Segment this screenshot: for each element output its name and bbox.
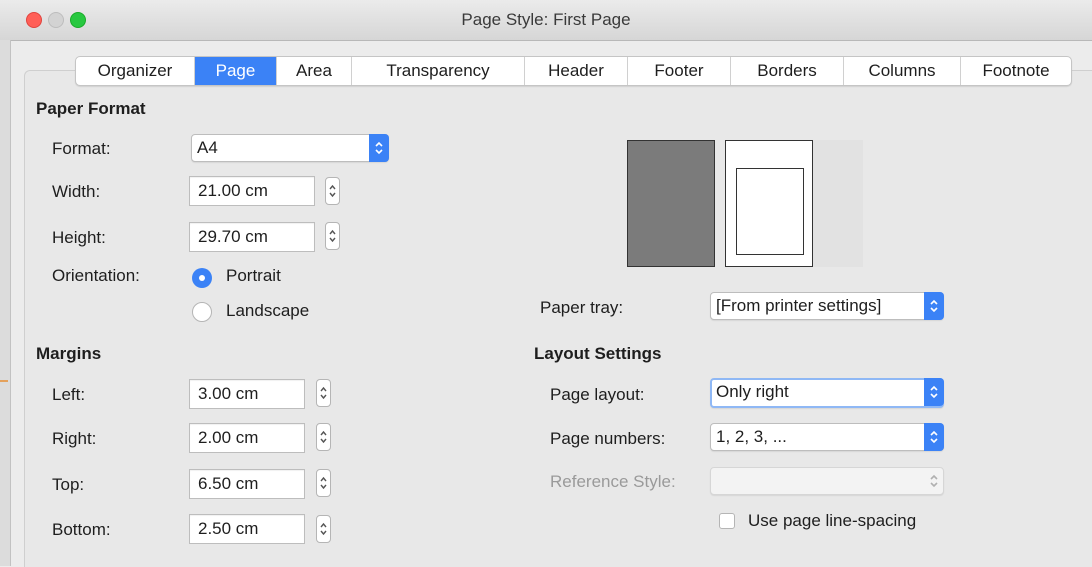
- margin-top-stepper[interactable]: [316, 469, 331, 497]
- tab-columns[interactable]: Columns: [844, 57, 961, 85]
- margin-bottom-field[interactable]: 2.50 cm: [189, 514, 305, 544]
- title-bar: Page Style: First Page: [0, 0, 1092, 41]
- margin-right-field[interactable]: 2.00 cm: [189, 423, 305, 453]
- margin-left-stepper[interactable]: [316, 379, 331, 407]
- tab-organizer[interactable]: Organizer: [76, 57, 195, 85]
- page-numbers-select[interactable]: 1, 2, 3, ...: [710, 423, 944, 451]
- tab-bar: Organizer Page Area Transparency Header …: [75, 56, 1072, 86]
- margin-outline: [736, 168, 804, 255]
- background-window-edge: [0, 40, 11, 566]
- window-title: Page Style: First Page: [461, 10, 631, 29]
- width-field[interactable]: 21.00 cm: [189, 176, 315, 206]
- height-label: Height:: [52, 228, 106, 247]
- tab-borders[interactable]: Borders: [731, 57, 844, 85]
- tab-area[interactable]: Area: [277, 57, 352, 85]
- paper-tray-value: [From printer settings]: [716, 296, 882, 315]
- paper-tray-label: Paper tray:: [540, 298, 624, 317]
- margin-bottom-label: Bottom:: [52, 520, 111, 539]
- layout-settings-heading: Layout Settings: [534, 344, 662, 363]
- reference-style-label: Reference Style:: [550, 472, 676, 491]
- reference-style-select[interactable]: [710, 467, 944, 495]
- chevron-updown-icon: [924, 378, 944, 406]
- portrait-label[interactable]: Portrait: [226, 266, 281, 286]
- chevron-updown-icon: [924, 467, 944, 495]
- portrait-radio[interactable]: [192, 268, 212, 288]
- chevron-updown-icon: [924, 292, 944, 320]
- chevron-updown-icon: [369, 134, 389, 162]
- margin-right-stepper[interactable]: [316, 423, 331, 451]
- tab-transparency[interactable]: Transparency: [352, 57, 525, 85]
- orientation-label: Orientation:: [52, 266, 140, 285]
- page-layout-value: Only right: [716, 382, 789, 401]
- width-label: Width:: [52, 182, 101, 201]
- landscape-radio[interactable]: [192, 302, 212, 322]
- preview-background: [813, 140, 863, 267]
- page-layout-label: Page layout:: [550, 385, 645, 404]
- page-numbers-label: Page numbers:: [550, 429, 666, 448]
- page-layout-select[interactable]: Only right: [710, 378, 944, 408]
- right-page-preview: [725, 140, 813, 267]
- landscape-label[interactable]: Landscape: [226, 301, 309, 321]
- tab-footer[interactable]: Footer: [628, 57, 731, 85]
- paper-format-heading: Paper Format: [36, 99, 146, 118]
- format-value: A4: [197, 138, 218, 157]
- height-field[interactable]: 29.70 cm: [189, 222, 315, 252]
- format-label: Format:: [52, 139, 111, 158]
- margin-top-label: Top:: [52, 475, 85, 494]
- height-stepper[interactable]: [325, 222, 340, 250]
- margin-top-field[interactable]: 6.50 cm: [189, 469, 305, 499]
- left-page-preview: [627, 140, 715, 267]
- width-stepper[interactable]: [325, 177, 340, 205]
- paper-tray-select[interactable]: [From printer settings]: [710, 292, 944, 320]
- tab-page[interactable]: Page: [195, 57, 277, 85]
- tab-header[interactable]: Header: [525, 57, 628, 85]
- background-marker: [0, 380, 8, 382]
- page-numbers-value: 1, 2, 3, ...: [716, 427, 787, 446]
- line-spacing-checkbox[interactable]: [719, 513, 735, 529]
- chevron-updown-icon: [924, 423, 944, 451]
- margins-heading: Margins: [36, 344, 102, 363]
- line-spacing-label[interactable]: Use page line-spacing: [748, 511, 916, 531]
- format-select[interactable]: A4: [191, 134, 389, 162]
- margin-bottom-stepper[interactable]: [316, 515, 331, 543]
- margin-left-field[interactable]: 3.00 cm: [189, 379, 305, 409]
- margin-right-label: Right:: [52, 429, 97, 448]
- tab-footnote[interactable]: Footnote: [961, 57, 1071, 85]
- margin-left-label: Left:: [52, 385, 86, 404]
